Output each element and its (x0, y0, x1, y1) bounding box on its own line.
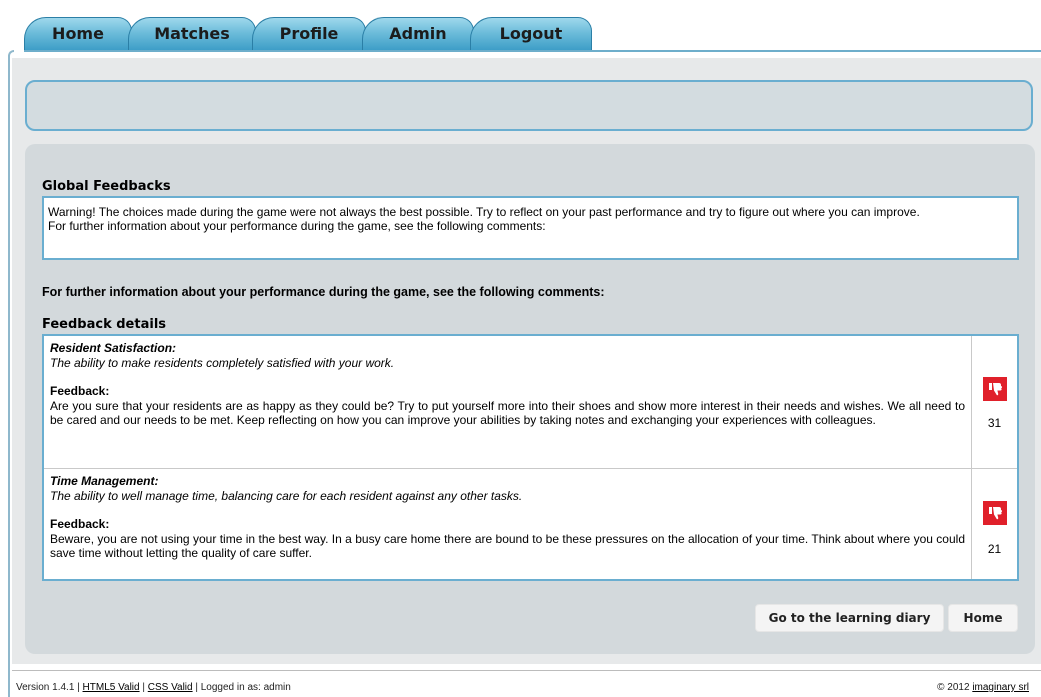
thumbs-down-icon (983, 501, 1007, 525)
tab-profile[interactable]: Profile (252, 17, 366, 51)
company-link[interactable]: imaginary srl (972, 682, 1029, 693)
footer-right: © 2012 imaginary srl (937, 682, 1029, 693)
tab-logout[interactable]: Logout (470, 17, 592, 51)
footer-divider (12, 670, 1041, 671)
tab-home-label: Home (52, 24, 104, 43)
tab-matches[interactable]: Matches (128, 17, 256, 51)
logged-in-text: | Logged in as: admin (192, 682, 291, 693)
score-cell: 31 (972, 336, 1017, 468)
feedback-text: Are you sure that your residents are as … (50, 398, 965, 428)
info-box (25, 80, 1033, 131)
skill-description: The ability to make residents completely… (50, 355, 395, 370)
feedback-text: Beware, you are not using your time in t… (50, 531, 965, 561)
html5-valid-link[interactable]: HTML5 Valid (83, 682, 140, 693)
tab-profile-label: Profile (279, 24, 339, 43)
version-text: Version 1.4.1 | (16, 682, 83, 693)
tab-home[interactable]: Home (24, 17, 132, 51)
tab-matches-label: Matches (154, 24, 230, 43)
tab-admin-label: Admin (389, 24, 447, 43)
nav-divider (24, 50, 1041, 52)
copyright-text: © 2012 (937, 682, 973, 693)
css-valid-link[interactable]: CSS Valid (148, 682, 193, 693)
feedback-label: Feedback: (50, 384, 110, 398)
global-feedbacks-box: Warning! The choices made during the gam… (42, 196, 1019, 260)
main-nav-tabs: Home Matches Profile Admin Logout (24, 15, 592, 53)
skill-name: Time Management (50, 474, 155, 488)
footer-separator: | (139, 682, 148, 693)
global-feedbacks-title: Global Feedbacks (42, 179, 171, 194)
feedback-row-text: Resident Satisfaction: The ability to ma… (50, 341, 965, 428)
home-button[interactable]: Home (948, 604, 1018, 632)
learning-diary-button[interactable]: Go to the learning diary (755, 604, 944, 632)
skill-description: The ability to well manage time, balanci… (50, 488, 523, 503)
feedback-row: Time Management: The ability to well man… (44, 469, 1017, 579)
score-value: 21 (987, 542, 1002, 556)
tab-logout-label: Logout (499, 24, 563, 43)
feedback-row-text: Time Management: The ability to well man… (50, 474, 965, 561)
feedback-details-table: Resident Satisfaction: The ability to ma… (42, 334, 1019, 581)
feedback-row: Resident Satisfaction: The ability to ma… (44, 336, 1017, 469)
skill-name: Resident Satisfaction (50, 341, 173, 355)
feedback-details-title: Feedback details (42, 317, 167, 332)
score-cell: 21 (972, 469, 1017, 579)
footer-left: Version 1.4.1 | HTML5 Valid | CSS Valid … (16, 682, 291, 693)
score-value: 31 (987, 416, 1002, 430)
feedback-label: Feedback: (50, 517, 110, 531)
further-info-heading: For further information about your perfo… (42, 285, 605, 299)
tab-admin[interactable]: Admin (362, 17, 474, 51)
global-feedbacks-info: For further information about your perfo… (48, 219, 546, 233)
thumbs-down-icon (983, 377, 1007, 401)
global-feedbacks-warning: Warning! The choices made during the gam… (48, 205, 920, 219)
